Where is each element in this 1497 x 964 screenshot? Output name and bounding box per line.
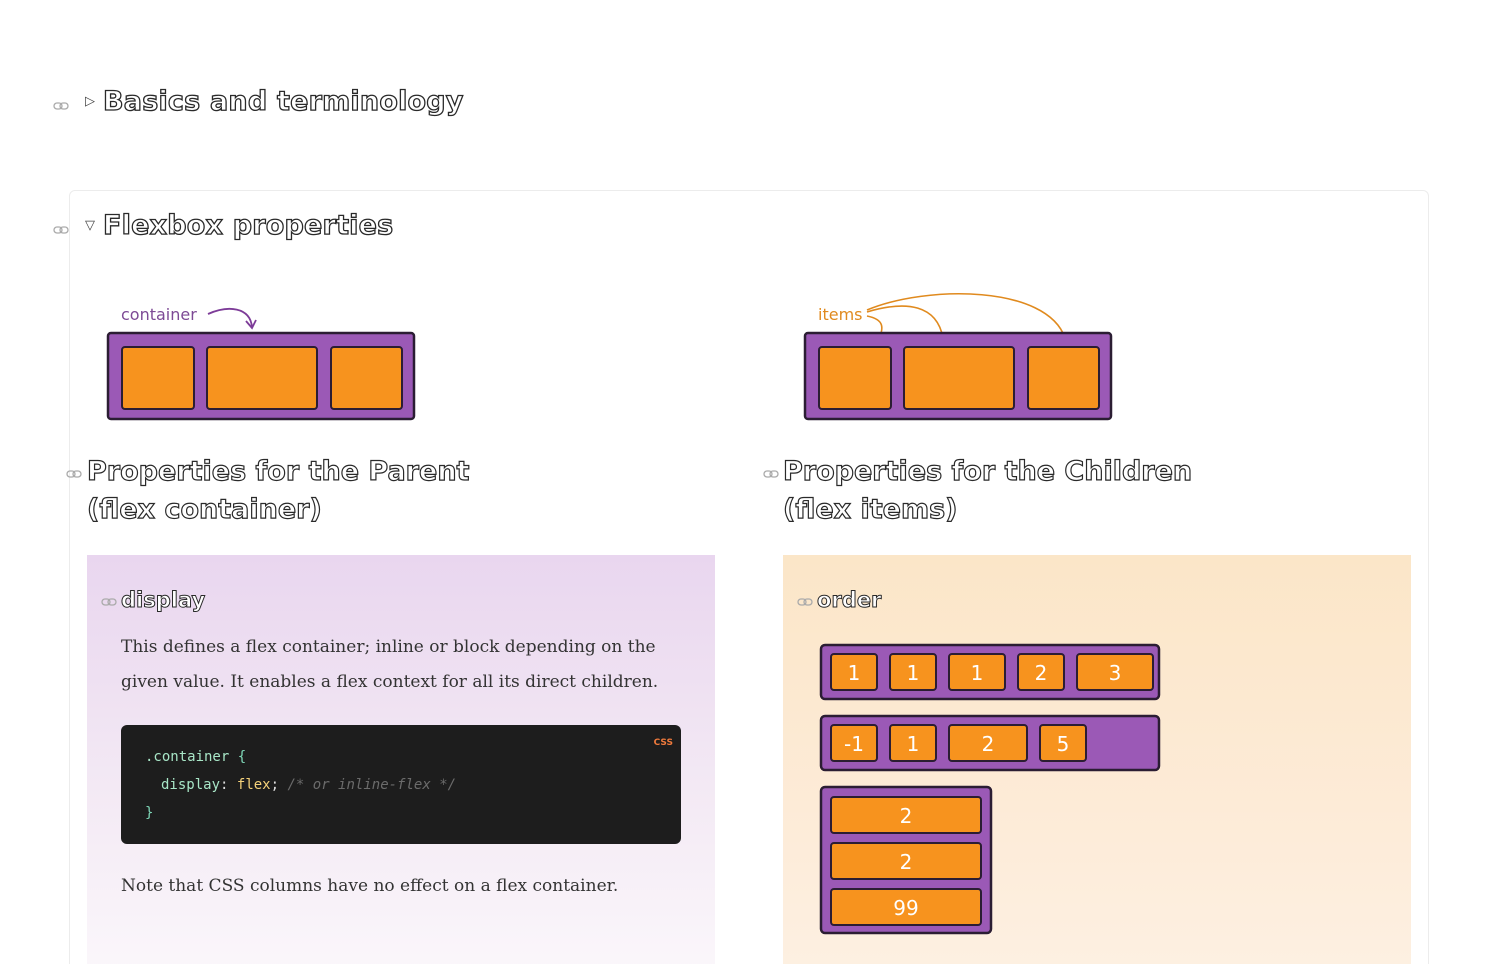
order-item-label: 1 — [848, 661, 861, 685]
property-name: order — [816, 588, 882, 613]
caret-right-icon[interactable]: ▷ — [85, 94, 103, 109]
link-icon[interactable] — [66, 469, 82, 479]
order-item-label: 1 — [907, 661, 920, 685]
code-line: display: flex; /* or inline-flex */ — [161, 777, 457, 793]
flex-item — [330, 346, 403, 410]
order-item-label: -1 — [844, 732, 864, 756]
container-illustration: container — [106, 305, 416, 421]
flex-item — [818, 346, 892, 410]
property-name: display — [120, 588, 206, 613]
property-note: Note that CSS columns have no effect on … — [121, 876, 619, 896]
caret-down-icon[interactable]: ▽ — [85, 218, 103, 233]
code-language-badge: CSS — [653, 738, 673, 748]
arrow-icon — [207, 308, 253, 328]
items-label: items — [818, 305, 862, 324]
order-illustration: 1 1 1 2 3 -1 1 2 5 2 2 99 — [819, 643, 1161, 935]
flex-item — [206, 346, 318, 410]
section-flexbox[interactable]: ▽ Flexbox properties — [85, 209, 394, 241]
order-item-label: 2 — [900, 850, 913, 874]
flex-item — [121, 346, 195, 410]
code-line: .container { — [145, 749, 247, 765]
children-heading: Properties for the Children (flex items) — [782, 455, 1193, 525]
link-icon[interactable] — [797, 597, 813, 607]
flex-item — [903, 346, 1015, 410]
link-icon[interactable] — [53, 101, 69, 111]
order-item-label: 1 — [971, 661, 984, 685]
children-property-panel: order 1 1 1 2 3 -1 1 2 5 2 2 99 — [783, 555, 1411, 964]
order-item-label: 2 — [982, 732, 995, 756]
order-item-label: 99 — [893, 896, 918, 920]
arrow-icon — [866, 293, 1066, 339]
code-block[interactable]: CSS .container { display: flex; /* or in… — [121, 725, 681, 844]
items-illustration: items — [803, 293, 1113, 421]
order-item-label: 5 — [1057, 732, 1070, 756]
section-title: Flexbox properties — [102, 209, 394, 241]
flex-item — [1027, 346, 1100, 410]
link-icon[interactable] — [53, 225, 69, 235]
order-item-label: 3 — [1109, 661, 1122, 685]
parent-property-panel: display This defines a flex container; i… — [87, 555, 715, 964]
code-line: } — [145, 805, 154, 821]
order-item-label: 2 — [1035, 661, 1048, 685]
parent-heading: Properties for the Parent (flex containe… — [86, 455, 470, 525]
order-item-label: 1 — [907, 732, 920, 756]
link-icon[interactable] — [101, 597, 117, 607]
section-basics[interactable]: ▷ Basics and terminology — [85, 85, 464, 117]
section-title: Basics and terminology — [102, 85, 464, 117]
property-description: This defines a flex container; inline or… — [121, 637, 659, 692]
link-icon[interactable] — [763, 469, 779, 479]
container-label: container — [121, 305, 197, 324]
order-item-label: 2 — [900, 804, 913, 828]
